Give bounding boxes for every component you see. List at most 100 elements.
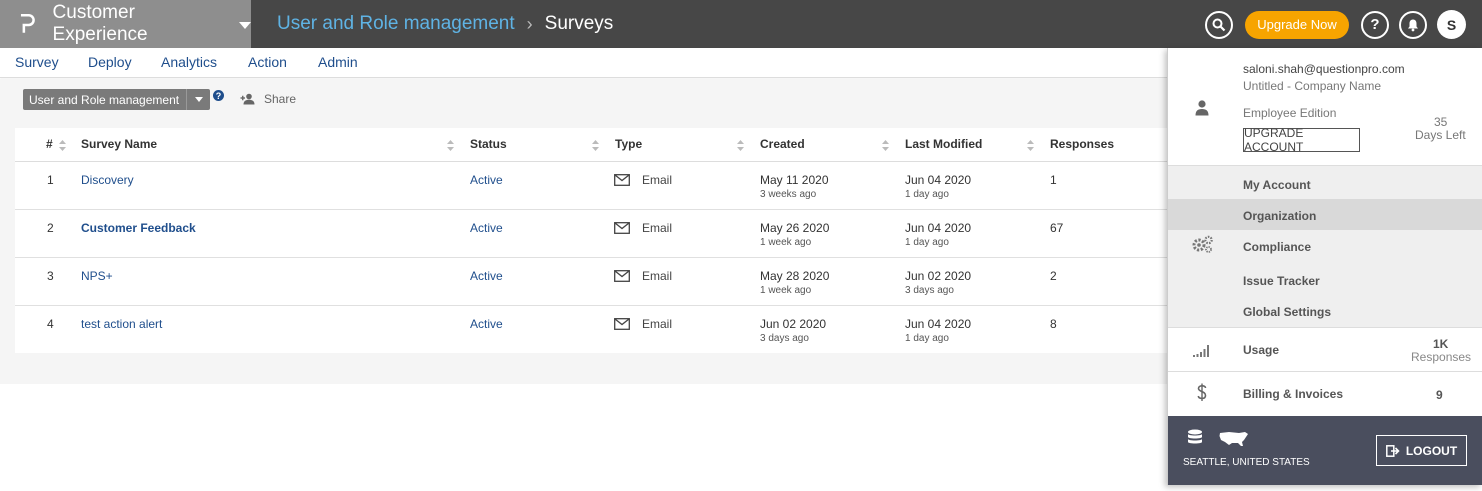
survey-name-link[interactable]: Discovery — [81, 173, 134, 187]
created-date-value: May 11 2020 — [760, 173, 829, 187]
created-date-value: May 26 2020 — [760, 221, 830, 235]
nav-deploy[interactable]: Deploy — [88, 54, 132, 70]
type-label: Email — [642, 317, 673, 331]
help-icon: ? — [1370, 16, 1380, 33]
modified-date: Jun 04 2020 1 day ago — [905, 317, 971, 344]
settings-menu: My Account Organization Compliance Issue… — [1168, 166, 1482, 328]
modified-date-value: Jun 04 2020 — [905, 317, 972, 331]
survey-type: Email — [614, 221, 672, 235]
nav-admin[interactable]: Admin — [318, 54, 358, 70]
bell-icon — [1408, 19, 1418, 31]
survey-name-link[interactable]: Customer Feedback — [81, 221, 196, 235]
status-badge: Active — [470, 221, 503, 235]
logout-button[interactable]: LOGOUT — [1376, 435, 1467, 466]
row-number: 3 — [47, 269, 54, 283]
created-relative: 3 days ago — [760, 333, 809, 344]
modified-date: Jun 02 2020 3 days ago — [905, 269, 971, 296]
sort-icon[interactable] — [592, 140, 599, 151]
menu-item-label: My Account — [1243, 178, 1311, 192]
sort-icon[interactable] — [1027, 140, 1034, 151]
col-status[interactable]: Status — [470, 137, 507, 151]
account-email: saloni.shah@questionpro.com — [1243, 62, 1405, 76]
modified-relative: 3 days ago — [905, 285, 954, 296]
modified-date-value: Jun 02 2020 — [905, 269, 972, 283]
upgrade-account-button[interactable]: UPGRADE ACCOUNT — [1243, 126, 1360, 154]
database-icon — [1188, 429, 1202, 444]
share-button[interactable]: Share — [240, 92, 296, 106]
modified-relative: 1 day ago — [905, 333, 949, 344]
status-badge: Active — [470, 317, 503, 331]
search-button[interactable] — [1205, 10, 1233, 39]
notifications-button[interactable] — [1399, 10, 1427, 39]
modified-date-value: Jun 04 2020 — [905, 173, 972, 187]
workspace-dropdown[interactable]: User and Role management — [23, 89, 210, 110]
help-icon[interactable]: ? — [213, 90, 224, 101]
survey-type: Email — [614, 317, 672, 331]
responses-count[interactable]: 2 — [1050, 269, 1057, 283]
created-date-value: May 28 2020 — [760, 269, 830, 283]
menu-my-account[interactable]: My Account — [1168, 168, 1482, 199]
search-icon — [1212, 18, 1226, 31]
modified-date: Jun 04 2020 1 day ago — [905, 221, 971, 248]
status-badge: Active — [470, 269, 503, 283]
created-relative: 3 weeks ago — [760, 189, 817, 200]
days-left-number: 35 — [1434, 115, 1448, 129]
created-relative: 1 week ago — [760, 237, 812, 248]
nav-analytics[interactable]: Analytics — [161, 54, 217, 70]
nav-action[interactable]: Action — [248, 54, 287, 70]
help-button[interactable]: ? — [1361, 10, 1389, 39]
sort-icon[interactable] — [882, 140, 889, 151]
account-info: saloni.shah@questionpro.com Untitled - C… — [1168, 48, 1482, 166]
usa-map-icon — [1219, 432, 1248, 446]
dollar-icon — [1197, 383, 1207, 401]
type-label: Email — [642, 269, 673, 283]
responses-count[interactable]: 67 — [1050, 221, 1063, 235]
surveys-table: # Survey Name Status Type Created Last M… — [15, 128, 1167, 353]
edition-label: Employee Edition — [1243, 106, 1337, 120]
sort-icon[interactable] — [59, 140, 66, 151]
company-name: Untitled - Company Name — [1243, 79, 1382, 93]
table-header: # Survey Name Status Type Created Last M… — [15, 128, 1167, 162]
col-last-modified[interactable]: Last Modified — [905, 137, 982, 151]
nav-survey[interactable]: Survey — [15, 54, 59, 70]
col-responses[interactable]: Responses — [1050, 137, 1114, 151]
breadcrumb-user-role[interactable]: User and Role management — [277, 13, 515, 35]
menu-issue-tracker[interactable]: Issue Tracker — [1168, 264, 1482, 295]
responses-count[interactable]: 8 — [1050, 317, 1057, 331]
table-row: 3 NPS+ Active Email May 28 2020 1 week ag… — [15, 258, 1167, 306]
sort-icon[interactable] — [447, 140, 454, 151]
menu-item-label: Global Settings — [1243, 305, 1332, 319]
breadcrumb-current: Surveys — [544, 13, 614, 34]
type-label: Email — [642, 173, 673, 187]
avatar[interactable]: S — [1437, 10, 1466, 39]
upgrade-now-button[interactable]: Upgrade Now — [1245, 10, 1349, 39]
survey-type: Email — [614, 269, 672, 283]
menu-compliance[interactable]: Compliance — [1168, 230, 1482, 261]
modified-relative: 1 day ago — [905, 189, 949, 200]
sort-icon[interactable] — [737, 140, 744, 151]
survey-name-link[interactable]: NPS+ — [81, 269, 113, 283]
billing-row[interactable]: Billing & Invoices 9 — [1168, 372, 1482, 416]
share-label: Share — [264, 92, 297, 106]
workspace-dropdown-label: User and Role management — [29, 92, 180, 107]
envelope-icon — [614, 318, 630, 330]
menu-global-settings[interactable]: Global Settings — [1168, 295, 1482, 326]
responses-count[interactable]: 1 — [1050, 173, 1057, 187]
product-switcher[interactable]: Customer Experience — [0, 0, 251, 48]
col-survey-name[interactable]: Survey Name — [81, 137, 157, 151]
menu-organization[interactable]: Organization — [1168, 199, 1482, 230]
usage-row[interactable]: Usage 1K Responses — [1168, 328, 1482, 372]
survey-type: Email — [614, 173, 672, 187]
breadcrumb: User and Role management › Surveys — [277, 0, 613, 48]
created-date: Jun 02 2020 3 days ago — [760, 317, 826, 344]
chevron-down-icon — [239, 21, 251, 29]
survey-name-link[interactable]: test action alert — [81, 317, 162, 331]
col-number[interactable]: # — [46, 137, 53, 151]
usage-unit: Responses — [1411, 350, 1472, 364]
billing-count: 9 — [1436, 388, 1443, 402]
col-created[interactable]: Created — [760, 137, 805, 151]
top-bar: Customer Experience User and Role manage… — [0, 0, 1482, 48]
col-type[interactable]: Type — [615, 137, 642, 151]
breadcrumb-separator: › — [526, 13, 533, 34]
add-user-icon — [240, 93, 255, 105]
